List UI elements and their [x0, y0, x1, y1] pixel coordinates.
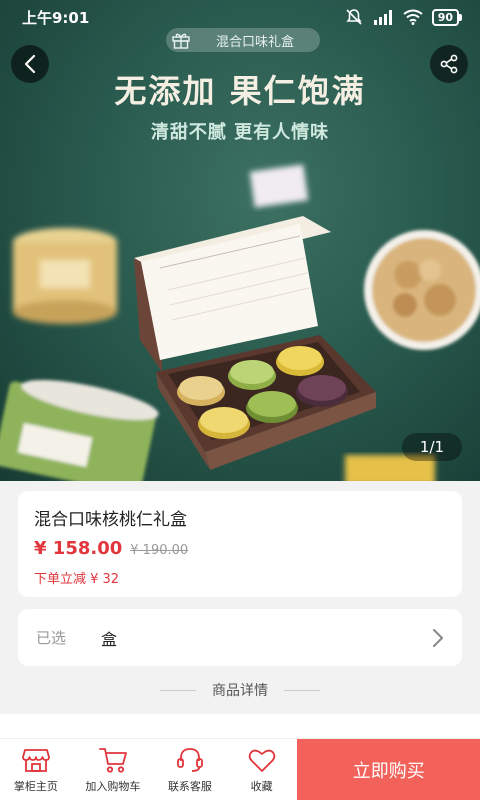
- tab-shop-home-label: 掌柜主页: [13, 779, 58, 793]
- headset-icon: [177, 747, 203, 772]
- details-content: [0, 714, 480, 738]
- product-info-card: 混合口味核桃仁礼盒 ¥ 158.00 ¥ 190.00 下单立减 ¥ 32: [18, 491, 462, 597]
- share-icon: [440, 54, 458, 74]
- tab-favorite[interactable]: 收藏: [226, 739, 298, 800]
- tab-customer-service[interactable]: 联系客服: [154, 739, 226, 800]
- battery-level: 90: [431, 8, 459, 26]
- spec-label: 已选: [36, 629, 67, 647]
- heart-icon: [248, 749, 275, 772]
- tab-add-to-cart-label: 加入购物车: [85, 779, 141, 793]
- spec-selector[interactable]: 已选 盒: [18, 609, 462, 666]
- signal-icon: [373, 10, 392, 25]
- tab-shop-home[interactable]: 掌柜主页: [0, 739, 72, 800]
- buy-now-button[interactable]: 立即购买: [297, 739, 480, 800]
- battery-icon: 90: [431, 8, 462, 26]
- tab-add-to-cart[interactable]: 加入购物车: [72, 739, 154, 800]
- discount-text: 下单立减 ¥ 32: [34, 572, 120, 587]
- price-row: ¥ 158.00 ¥ 190.00: [34, 538, 446, 559]
- chevron-right-icon: [433, 628, 443, 647]
- current-price: ¥ 158.00: [34, 538, 123, 559]
- mute-icon: [346, 9, 362, 25]
- gift-icon: [172, 33, 190, 49]
- image-counter: 1/1: [402, 433, 462, 461]
- banner-subtitle: 清甜不腻 更有人情味: [150, 122, 330, 143]
- details-title: 商品详情: [212, 683, 268, 699]
- share-button[interactable]: [430, 45, 468, 83]
- banner-title: 无添加 果仁饱满: [114, 72, 366, 110]
- status-time: 上午9:01: [22, 8, 90, 27]
- back-button[interactable]: [11, 45, 49, 83]
- product-image-banner[interactable]: 上午9:01 90 混合口味礼盒 无添加 果仁饱满 清甜不腻 更有人情味 1/1: [0, 0, 480, 481]
- original-price: ¥ 190.00: [130, 543, 189, 558]
- chevron-left-icon: [24, 54, 36, 74]
- tab-customer-service-label: 联系客服: [167, 779, 212, 793]
- status-icons: 90: [345, 8, 462, 26]
- bottom-action-bar: 掌柜主页 加入购物车 联系客服 收藏 立即购买: [0, 738, 480, 800]
- banner-tag: 混合口味礼盒: [166, 28, 320, 52]
- banner-tag-label: 混合口味礼盒: [216, 34, 295, 50]
- wifi-icon: [403, 9, 423, 25]
- product-detail-page: 上午9:01 90 混合口味礼盒 无添加 果仁饱满 清甜不腻 更有人情味 1/1…: [0, 0, 480, 800]
- spec-value: 盒: [101, 629, 118, 649]
- tab-favorite-label: 收藏: [250, 779, 273, 793]
- product-name: 混合口味核桃仁礼盒: [34, 510, 187, 530]
- details-divider: 商品详情: [0, 680, 480, 700]
- shop-icon: [21, 748, 50, 772]
- cart-icon: [98, 747, 127, 773]
